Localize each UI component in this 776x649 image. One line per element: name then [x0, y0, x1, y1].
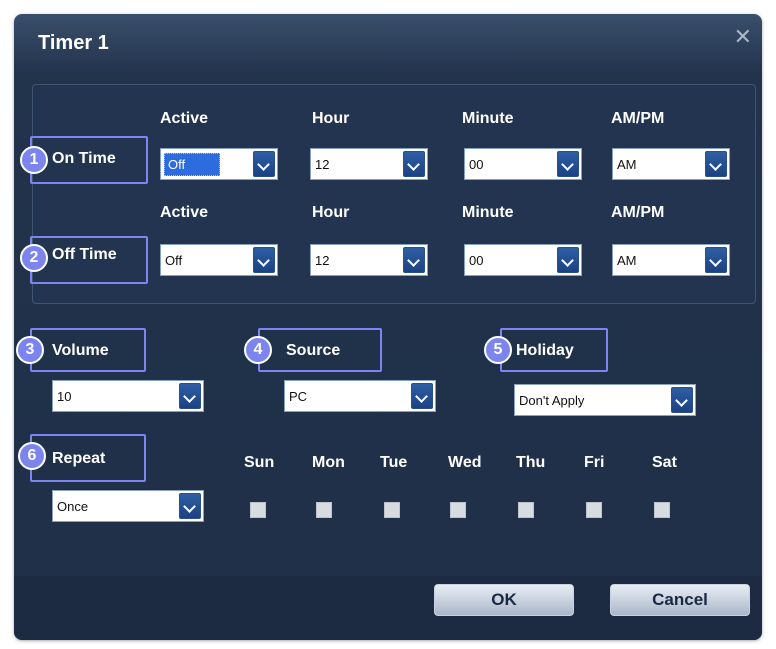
- day-label-sun: Sun: [244, 454, 275, 471]
- day-label-wed: Wed: [448, 454, 482, 471]
- checkbox-thu[interactable]: [518, 502, 534, 518]
- chevron-down-icon[interactable]: [557, 247, 579, 273]
- ok-button[interactable]: OK: [434, 584, 574, 616]
- marker-1: 1: [20, 146, 48, 174]
- chevron-down-icon[interactable]: [403, 151, 425, 177]
- chevron-down-icon[interactable]: [705, 247, 727, 273]
- on-time-hour-select[interactable]: 12: [310, 148, 428, 180]
- header-minute-2: Minute: [462, 204, 514, 221]
- on-time-ampm-value: AM: [617, 157, 637, 172]
- repeat-value: Once: [57, 499, 89, 514]
- header-active-2: Active: [160, 204, 209, 221]
- off-time-label: Off Time: [52, 246, 117, 263]
- marker-5: 5: [484, 336, 512, 364]
- volume-value: 10: [57, 389, 72, 404]
- on-time-label: On Time: [52, 150, 116, 167]
- checkbox-tue[interactable]: [384, 502, 400, 518]
- volume-label: Volume: [52, 342, 109, 359]
- chevron-down-icon[interactable]: [557, 151, 579, 177]
- source-label: Source: [286, 342, 341, 359]
- on-time-active-value: Off: [164, 153, 221, 176]
- marker-2: 2: [20, 244, 48, 272]
- repeat-label: Repeat: [52, 450, 106, 467]
- checkbox-wed[interactable]: [450, 502, 466, 518]
- header-ampm: AM/PM: [611, 110, 665, 127]
- on-time-hour-value: 12: [315, 157, 330, 172]
- holiday-select[interactable]: Don't Apply: [514, 384, 696, 416]
- timer-dialog: Timer 1 ✕ Active Hour Minute AM/PM 1 On …: [14, 14, 762, 640]
- day-label-thu: Thu: [516, 454, 546, 471]
- cancel-button[interactable]: Cancel: [610, 584, 750, 616]
- dialog-title: Timer 1: [38, 32, 109, 54]
- off-time-ampm-value: AM: [617, 253, 637, 268]
- chevron-down-icon[interactable]: [253, 151, 275, 177]
- chevron-down-icon[interactable]: [179, 493, 201, 519]
- chevron-down-icon[interactable]: [705, 151, 727, 177]
- checkbox-sun[interactable]: [250, 502, 266, 518]
- marker-3: 3: [16, 336, 44, 364]
- source-select[interactable]: PC: [284, 380, 436, 412]
- chevron-down-icon[interactable]: [411, 383, 433, 409]
- off-time-hour-value: 12: [315, 253, 330, 268]
- chevron-down-icon[interactable]: [179, 383, 201, 409]
- volume-select[interactable]: 10: [52, 380, 204, 412]
- off-time-active-select[interactable]: Off: [160, 244, 278, 276]
- repeat-select[interactable]: Once: [52, 490, 204, 522]
- header-minute: Minute: [462, 110, 514, 127]
- checkbox-sat[interactable]: [654, 502, 670, 518]
- close-icon[interactable]: ✕: [734, 26, 752, 48]
- on-time-minute-select[interactable]: 00: [464, 148, 582, 180]
- header-hour-2: Hour: [312, 204, 350, 221]
- day-label-sat: Sat: [652, 454, 677, 471]
- header-hour: Hour: [312, 110, 350, 127]
- on-time-active-select[interactable]: Off: [160, 148, 278, 180]
- off-time-ampm-select[interactable]: AM: [612, 244, 730, 276]
- marker-4: 4: [244, 336, 272, 364]
- on-time-minute-value: 00: [469, 157, 484, 172]
- off-time-minute-value: 00: [469, 253, 484, 268]
- source-value: PC: [289, 389, 308, 404]
- off-time-minute-select[interactable]: 00: [464, 244, 582, 276]
- off-time-hour-select[interactable]: 12: [310, 244, 428, 276]
- on-time-ampm-select[interactable]: AM: [612, 148, 730, 180]
- day-label-fri: Fri: [584, 454, 605, 471]
- marker-6: 6: [18, 442, 46, 470]
- day-label-mon: Mon: [312, 454, 345, 471]
- checkbox-fri[interactable]: [586, 502, 602, 518]
- header-ampm-2: AM/PM: [611, 204, 665, 221]
- off-time-active-value: Off: [165, 253, 183, 268]
- holiday-label: Holiday: [516, 342, 574, 359]
- holiday-value: Don't Apply: [519, 393, 585, 408]
- header-active: Active: [160, 110, 209, 127]
- chevron-down-icon[interactable]: [253, 247, 275, 273]
- chevron-down-icon[interactable]: [671, 387, 693, 413]
- checkbox-mon[interactable]: [316, 502, 332, 518]
- day-label-tue: Tue: [380, 454, 408, 471]
- chevron-down-icon[interactable]: [403, 247, 425, 273]
